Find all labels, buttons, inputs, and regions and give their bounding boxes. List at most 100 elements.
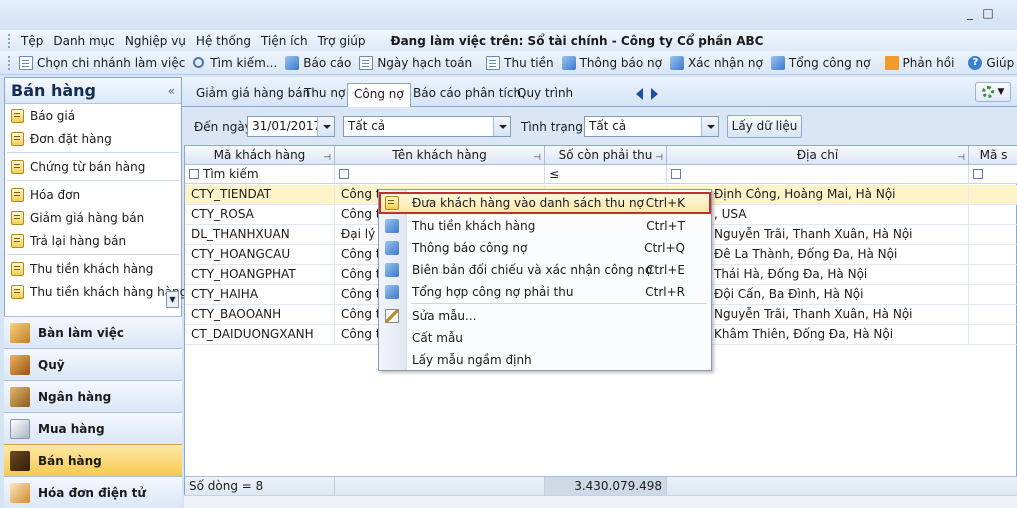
menu-item-save-template[interactable]: Cất mẫu: [379, 327, 711, 349]
menu-operations[interactable]: Nghiệp vụ: [120, 34, 191, 48]
sidebar-item-invoice[interactable]: Hóa đơn: [5, 183, 181, 206]
status-select[interactable]: Tất cả: [584, 116, 719, 137]
left-panel-header: Bán hàng «: [5, 78, 181, 104]
column-header-name[interactable]: Tên khách hàng ⊣: [335, 146, 545, 165]
filter-code[interactable]: Tìm kiếm: [185, 165, 335, 184]
scope-select[interactable]: Tất cả: [343, 116, 511, 137]
menu-item-add-to-collection-list[interactable]: Đưa khách hàng vào danh sách thu nợ Ctrl…: [379, 192, 711, 214]
menu-bar: Tệp Danh mục Nghiệp vụ Hệ thống Tiện ích…: [0, 30, 1017, 51]
confirm-debt-label: Xác nhận nợ: [687, 55, 763, 70]
menu-help[interactable]: Trợ giúp: [313, 34, 371, 48]
help-button[interactable]: ? Giúp: [964, 55, 1017, 70]
sidebar-item-sales-voucher[interactable]: Chứng từ bán hàng: [5, 155, 181, 178]
menu-item-shortcut: Ctrl+E: [646, 263, 685, 277]
menu-item-debt-notice[interactable]: Thông báo công nợ Ctrl+Q: [379, 237, 711, 259]
collect-button[interactable]: Thu tiền: [482, 55, 557, 70]
tab-scroll-left-icon[interactable]: [636, 88, 643, 100]
filter-balance[interactable]: ≤: [545, 165, 667, 184]
filter-address[interactable]: [667, 165, 969, 184]
calendar-icon: [359, 55, 374, 70]
toolbar-grip: [8, 55, 10, 70]
nav-group-desk[interactable]: Bàn làm việc: [4, 316, 182, 348]
menu-item-collect-payment[interactable]: Thu tiền khách hàng Ctrl+T: [379, 215, 711, 237]
nav-group-bank[interactable]: Ngân hàng: [4, 380, 182, 412]
column-header-code[interactable]: Mã khách hàng ⊣: [185, 146, 335, 165]
filter-operator-icon[interactable]: [339, 169, 349, 179]
menu-item-default-template[interactable]: Lấy mẫu ngầm định: [379, 349, 711, 371]
column-header-tax-code[interactable]: Mã s: [969, 146, 1017, 165]
menu-item-reconciliation[interactable]: Biên bản đối chiếu và xác nhận công nợ C…: [379, 259, 711, 281]
settings-button[interactable]: ▼: [975, 82, 1011, 102]
sidebar-divider: [7, 180, 179, 181]
nav-group-label: Quỹ: [38, 357, 65, 372]
pin-icon[interactable]: ⊣: [533, 149, 541, 164]
maximize-button[interactable]: □: [980, 6, 996, 20]
confirm-debt-button[interactable]: Xác nhận nợ: [666, 55, 767, 70]
menu-item-label: Thu tiền khách hàng: [412, 219, 536, 233]
pin-icon[interactable]: ⊣: [957, 149, 965, 164]
chevron-down-icon[interactable]: [701, 117, 718, 136]
report-button[interactable]: Báo cáo: [281, 55, 355, 70]
search-button[interactable]: Tìm kiếm...: [189, 56, 281, 70]
sidebar-item-collect-more[interactable]: Thu tiền khách hàng hàng: [5, 280, 187, 303]
date-field[interactable]: 31/01/2017: [247, 116, 335, 137]
filter-operator[interactable]: ≤: [549, 167, 559, 181]
sidebar-divider: [7, 152, 179, 153]
notice-icon: [561, 55, 576, 70]
tab-receivables[interactable]: Công nợ: [347, 83, 411, 107]
tab-analysis-report[interactable]: Báo cáo phân tích: [407, 83, 527, 107]
sidebar-item-collect[interactable]: Thu tiền khách hàng: [5, 257, 181, 280]
minimize-button[interactable]: _: [962, 6, 978, 20]
tab-collect-debt[interactable]: Thu nợ: [298, 83, 351, 107]
choose-branch-button[interactable]: Chọn chi nhánh làm việc: [15, 55, 189, 70]
sidebar-item-quote[interactable]: Báo giá: [5, 104, 181, 127]
filter-name[interactable]: [335, 165, 545, 184]
nav-group-einvoice[interactable]: Hóa đơn điện tử: [4, 476, 182, 508]
total-debt-button[interactable]: Tổng công nợ: [767, 55, 875, 70]
sidebar-item-discount[interactable]: Giảm giá hàng bán: [5, 206, 181, 229]
grid-footer: Số dòng = 8 3.430.079.498: [185, 476, 1017, 496]
filter-tax-code[interactable]: [969, 165, 1017, 184]
cart-icon: [10, 418, 30, 439]
calendar-dropdown-icon[interactable]: [317, 117, 334, 136]
status-value: Tất cả: [589, 119, 627, 133]
debt-notice-button[interactable]: Thông báo nợ: [558, 55, 666, 70]
filter-operator-icon[interactable]: [671, 169, 681, 179]
pin-icon[interactable]: ⊣: [323, 149, 331, 164]
sidebar-item-label: Chứng từ bán hàng: [30, 159, 146, 174]
posting-date-button[interactable]: Ngày hạch toán: [355, 55, 476, 70]
menu-catalog[interactable]: Danh mục: [48, 34, 120, 48]
sidebar-item-return[interactable]: Trả lại hàng bán: [5, 229, 181, 252]
nav-group-cash[interactable]: Quỹ: [4, 348, 182, 380]
menu-item-edit-template[interactable]: Sửa mẫu...: [379, 305, 711, 327]
column-header-address[interactable]: Địa chỉ ⊣: [667, 146, 969, 165]
horizontal-scrollbar[interactable]: [184, 495, 1017, 508]
load-data-button[interactable]: Lấy dữ liệu: [727, 115, 802, 138]
sidebar-divider: [7, 254, 179, 255]
filter-operator-icon[interactable]: [973, 169, 983, 179]
reconcile-icon: [385, 263, 399, 277]
tab-scroll-right-icon[interactable]: [651, 88, 658, 100]
menu-utilities[interactable]: Tiện ích: [256, 34, 313, 48]
pin-icon[interactable]: ⊣: [655, 149, 663, 164]
scope-value: Tất cả: [348, 119, 386, 133]
tab-process[interactable]: Quy trình: [511, 83, 579, 107]
feedback-label: Phản hồi: [902, 55, 955, 70]
scroll-down-button[interactable]: ▼: [166, 291, 179, 308]
cell-code: CTY_HAIHA: [185, 285, 335, 305]
nav-group-sales[interactable]: Bán hàng: [4, 444, 182, 476]
cell-address: Thái Hà, Đống Đa, Hà Nội: [667, 265, 969, 285]
sidebar-item-order[interactable]: Đơn đặt hàng: [5, 127, 181, 150]
menu-system[interactable]: Hệ thống: [191, 34, 256, 48]
sidebar-item-label: Trả lại hàng bán: [30, 233, 127, 248]
collapse-button[interactable]: «: [168, 84, 175, 98]
nav-group-purchase[interactable]: Mua hàng: [4, 412, 182, 444]
menu-item-receivables-summary[interactable]: Tổng hợp công nợ phải thu Ctrl+R: [379, 281, 711, 303]
cell-code: CTY_HOANGCAU: [185, 245, 335, 265]
column-header-balance[interactable]: Số còn phải thu ⊣: [545, 146, 667, 165]
filter-bar: Đến ngày 31/01/2017 Tất cả Tình trạng Tấ…: [182, 107, 1017, 145]
menu-file[interactable]: Tệp: [16, 34, 48, 48]
filter-operator-icon[interactable]: [189, 169, 199, 179]
feedback-button[interactable]: Phản hồi: [881, 55, 959, 70]
chevron-down-icon[interactable]: [493, 117, 510, 136]
